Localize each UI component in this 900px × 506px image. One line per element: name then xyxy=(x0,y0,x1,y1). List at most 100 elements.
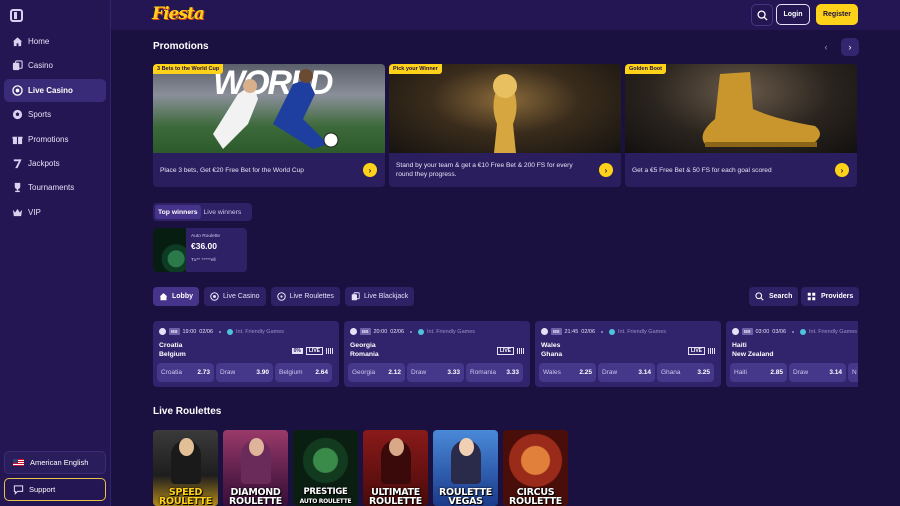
match-time: 21:45 xyxy=(564,328,579,335)
providers-button[interactable]: Providers xyxy=(801,287,860,306)
odd-name: Ghana xyxy=(661,369,681,376)
match-meta: BB 19:00 02/06 Int. Friendly Games xyxy=(159,328,284,335)
game-tile-speed-roulette[interactable]: SPEED ROULETTE xyxy=(153,430,218,506)
odd-button[interactable]: N xyxy=(848,363,858,382)
odd-name: Draw xyxy=(793,369,809,376)
home-team: Wales xyxy=(541,342,561,349)
winner-card[interactable]: Auto Roulette €36.00 Tu** *****ell xyxy=(153,228,247,272)
live-casino-icon xyxy=(12,85,23,96)
promo-card[interactable]: Golden Boot Get a €5 Free Bet & 50 FS fo… xyxy=(625,64,857,187)
promo-card[interactable]: Pick your Winner Stand by your team & ge… xyxy=(389,64,621,187)
chevron-right-icon[interactable]: › xyxy=(599,163,613,177)
promo-tag: Golden Boot xyxy=(625,64,666,74)
sidebar-item-label: Promotions xyxy=(28,134,69,144)
winner-game: Auto Roulette xyxy=(191,234,221,239)
odd-button[interactable]: Belgium 2.64 xyxy=(275,363,332,382)
game-title: DIAMOND ROULETTE xyxy=(223,488,288,506)
separator-dot xyxy=(219,330,222,333)
game-title: ULTIMATE ROULETTE xyxy=(363,488,428,506)
language-label: American English xyxy=(30,458,89,467)
promotions-icon xyxy=(12,134,23,145)
separator-dot xyxy=(410,330,413,333)
trophy-illustration xyxy=(493,74,517,153)
sidebar-item-jackpots[interactable]: Jackpots xyxy=(4,152,106,175)
football-icon xyxy=(541,328,548,335)
tab-label: Lobby xyxy=(172,293,193,300)
game-tile-ultimate-roulette[interactable]: ULTIMATE ROULETTE xyxy=(363,430,428,506)
brand-logo[interactable]: Fiesta xyxy=(152,4,205,24)
tab-live-casino[interactable]: Live Casino xyxy=(204,287,266,306)
search-games-button[interactable]: Search xyxy=(749,287,799,306)
language-selector[interactable]: American English xyxy=(4,451,106,474)
game-title-line2: ROULETTE xyxy=(159,496,212,506)
sidebar-item-home[interactable]: Home xyxy=(4,30,106,53)
promo-description: Place 3 bets, Get €20 Free Bet for the W… xyxy=(160,166,304,174)
sidebar-item-promotions[interactable]: Promotions xyxy=(4,128,106,151)
match-time: 19:00 xyxy=(182,328,197,335)
dealer-face xyxy=(388,438,404,456)
away-team: Belgium xyxy=(159,350,186,358)
roulette-icon xyxy=(276,292,286,301)
odd-value: 2.85 xyxy=(770,369,783,376)
away-team: New Zealand xyxy=(732,350,774,358)
promo-description: Stand by your team & get a €10 Free Bet … xyxy=(396,162,573,178)
match-badges: 0% LIVE xyxy=(291,347,333,355)
support-button[interactable]: Support xyxy=(4,478,106,501)
tab-top-winners[interactable]: Top winners xyxy=(155,205,201,219)
odd-button[interactable]: Draw 3.14 xyxy=(598,363,655,382)
tab-live-roulettes[interactable]: Live Roulettes xyxy=(270,287,340,306)
sidebar-item-sports[interactable]: Sports xyxy=(4,103,106,126)
sidebar-toggle-icon[interactable] xyxy=(10,9,23,22)
tab-lobby[interactable]: Lobby xyxy=(153,287,199,306)
odd-button[interactable]: Croatia 2.73 xyxy=(157,363,214,382)
sidebar-nav: Home Casino Live Casino Sports Promotion… xyxy=(4,30,106,225)
header-search-button[interactable] xyxy=(751,4,773,26)
odd-button[interactable]: Draw 3.90 xyxy=(216,363,273,382)
match-card[interactable]: BB 19:00 02/06 Int. Friendly Games Croati… xyxy=(153,321,339,387)
register-button[interactable]: Register xyxy=(816,4,858,25)
game-title: ROULETTE VEGAS xyxy=(433,488,498,506)
odd-button[interactable]: Georgia 2.12 xyxy=(348,363,405,382)
sports-icon xyxy=(12,109,23,120)
tab-live-winners[interactable]: Live winners xyxy=(201,205,245,219)
sidebar: Home Casino Live Casino Sports Promotion… xyxy=(0,0,111,506)
sidebar-item-vip[interactable]: VIP xyxy=(4,201,106,224)
odd-value: 2.25 xyxy=(579,369,592,376)
game-tile-diamond-roulette[interactable]: DIAMOND ROULETTE xyxy=(223,430,288,506)
search-icon xyxy=(756,9,768,21)
match-card[interactable]: BB 20:00 02/06 Int. Friendly Games Georgi… xyxy=(344,321,530,387)
match-card[interactable]: BB 03:00 03/06 Int. Friendly Games Haiti N… xyxy=(726,321,858,387)
live-badge: LIVE xyxy=(687,347,705,355)
sidebar-item-tournaments[interactable]: Tournaments xyxy=(4,176,106,199)
match-time: 03:00 xyxy=(755,328,770,335)
odd-button[interactable]: Haiti 2.85 xyxy=(730,363,787,382)
globe-icon xyxy=(609,328,616,335)
tab-live-blackjack[interactable]: Live Blackjack xyxy=(344,287,415,306)
odd-button[interactable]: Wales 2.25 xyxy=(539,363,596,382)
match-meta: BB 03:00 03/06 Int. Friendly Games xyxy=(732,328,857,335)
chevron-left-icon[interactable]: ‹ xyxy=(817,38,835,56)
match-card[interactable]: BB 21:45 02/06 Int. Friendly Games Wales G… xyxy=(535,321,721,387)
promo-tag: Pick your Winner xyxy=(389,64,442,74)
game-title-line2: ROULETTE xyxy=(229,496,282,506)
chevron-right-icon[interactable]: › xyxy=(363,163,377,177)
chevron-right-icon[interactable]: › xyxy=(841,38,859,56)
game-tile-prestige-auto-roulette[interactable]: PRESTIGE AUTO ROULETTE xyxy=(293,430,358,506)
sidebar-item-live-casino[interactable]: Live Casino xyxy=(4,78,106,102)
odd-button[interactable]: Ghana 3.25 xyxy=(657,363,714,382)
game-tile-circus-roulette[interactable]: CIRCUS ROULETTE xyxy=(503,430,568,506)
promo-image-golden-boot: Golden Boot xyxy=(625,64,857,153)
login-button[interactable]: Login xyxy=(776,4,810,25)
chevron-right-icon[interactable]: › xyxy=(835,163,849,177)
match-teams: Wales Ghana xyxy=(541,342,562,359)
home-team: Haiti xyxy=(732,342,747,349)
promo-carousel-controls: ‹ › xyxy=(817,38,859,56)
promo-card[interactable]: 3 Bets to the World Cup WORLD Place 3 be… xyxy=(153,64,385,187)
game-tile-roulette-vegas[interactable]: ROULETTE VEGAS xyxy=(433,430,498,506)
odd-button[interactable]: Romania 3.33 xyxy=(466,363,523,382)
odd-button[interactable]: Draw 3.33 xyxy=(407,363,464,382)
sidebar-item-casino[interactable]: Casino xyxy=(4,54,106,77)
odd-button[interactable]: Draw 3.14 xyxy=(789,363,846,382)
casino-icon xyxy=(12,60,23,71)
home-icon xyxy=(12,36,23,47)
